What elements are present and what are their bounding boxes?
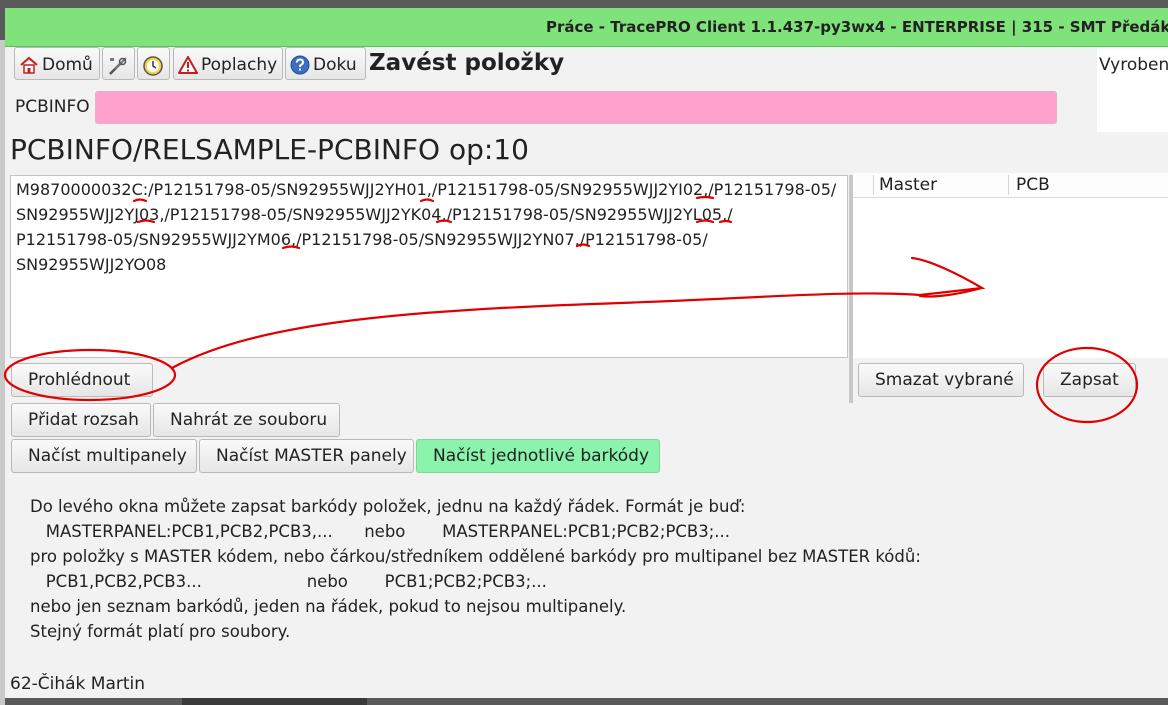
home-icon xyxy=(19,55,39,75)
alarms-button[interactable]: Poplachy xyxy=(173,47,283,80)
load-master-panels-label: Načíst MASTER panely xyxy=(216,446,407,466)
column-divider xyxy=(873,175,874,195)
instruction-line: MASTERPANEL:PCB1,PCB2,PCB3,... nebo MAST… xyxy=(30,522,731,541)
clock-icon xyxy=(142,55,163,76)
write-button[interactable]: Zapsat xyxy=(1043,363,1136,397)
home-button[interactable]: Domů xyxy=(14,47,100,80)
alarms-label: Poplachy xyxy=(201,55,278,75)
tools-button[interactable] xyxy=(102,47,135,80)
table-header: Master PCB xyxy=(853,173,1168,198)
column-divider xyxy=(1008,175,1009,195)
browse-button[interactable]: Prohlédnout xyxy=(11,363,153,397)
status-user: 62-Čihák Martin xyxy=(10,674,146,694)
side-panel: Vyroben xyxy=(1097,48,1168,132)
delete-selected-label: Smazat vybrané xyxy=(875,370,1014,390)
instruction-line: nebo jen seznam barkódů, jeden na řádek,… xyxy=(30,597,627,616)
instruction-line: PCB1,PCB2,PCB3... nebo PCB1;PCB2;PCB3;..… xyxy=(30,572,547,591)
items-table[interactable]: Master PCB xyxy=(853,173,1168,358)
page-heading: Zavést položky xyxy=(369,50,565,76)
alarm-icon xyxy=(178,55,198,75)
write-label: Zapsat xyxy=(1060,370,1119,390)
pcbinfo-input[interactable] xyxy=(95,91,1057,124)
load-multipanels-label: Načíst multipanely xyxy=(28,446,187,466)
page-title: PCBINFO/RELSAMPLE-PCBINFO op:10 xyxy=(10,133,529,166)
help-icon xyxy=(290,55,310,75)
doc-label: Doku xyxy=(313,55,357,75)
instructions: Do levého okna můžete zapsat barkódy pol… xyxy=(30,494,921,644)
add-range-button[interactable]: Přidat rozsah xyxy=(11,403,151,437)
window-title: Práce - TracePRO Client 1.1.437-py3wx4 -… xyxy=(546,18,1168,36)
load-single-barcodes-button[interactable]: Načíst jednotlivé barkódy xyxy=(416,439,660,473)
load-single-barcodes-label: Načíst jednotlivé barkódy xyxy=(433,446,650,466)
barcode-line: SN92955WJJ2YJ03,/P12151798-05/SN92955WJJ… xyxy=(16,205,733,224)
load-file-button[interactable]: Nahrát ze souboru xyxy=(153,403,340,437)
add-range-label: Přidat rozsah xyxy=(28,410,139,430)
instruction-line: Do levého okna můžete zapsat barkódy pol… xyxy=(30,497,746,516)
instruction-line: pro položky s MASTER kódem, nebo čárkou/… xyxy=(30,547,921,566)
barcode-line: SN92955WJJ2YO08 xyxy=(16,255,167,274)
load-file-label: Nahrát ze souboru xyxy=(170,410,328,430)
barcode-line: M9870000032C:/P12151798-05/SN92955WJJ2YH… xyxy=(16,180,837,199)
home-label: Domů xyxy=(42,55,93,75)
browse-label: Prohlédnout xyxy=(28,370,131,390)
title-bar[interactable]: Práce - TracePRO Client 1.1.437-py3wx4 -… xyxy=(5,8,1168,47)
load-master-panels-button[interactable]: Načíst MASTER panely xyxy=(199,439,414,473)
side-panel-label: Vyroben xyxy=(1099,55,1168,75)
doc-button[interactable]: Doku xyxy=(285,47,366,80)
clock-button[interactable] xyxy=(137,47,170,80)
app-window: Práce - TracePRO Client 1.1.437-py3wx4 -… xyxy=(5,8,1168,698)
column-header-master[interactable]: Master xyxy=(879,175,937,195)
barcode-textarea[interactable]: M9870000032C:/P12151798-05/SN92955WJJ2YH… xyxy=(10,175,848,358)
barcode-line: P12151798-05/SN92955WJJ2YM06,/P12151798-… xyxy=(16,230,708,249)
column-header-pcb[interactable]: PCB xyxy=(1016,175,1050,195)
pcbinfo-label: PCBINFO xyxy=(15,97,90,117)
instruction-line: Stejný formát platí pro soubory. xyxy=(30,622,291,641)
tools-icon xyxy=(107,55,127,75)
delete-selected-button[interactable]: Smazat vybrané xyxy=(858,363,1024,397)
load-multipanels-button[interactable]: Načíst multipanely xyxy=(11,439,197,473)
